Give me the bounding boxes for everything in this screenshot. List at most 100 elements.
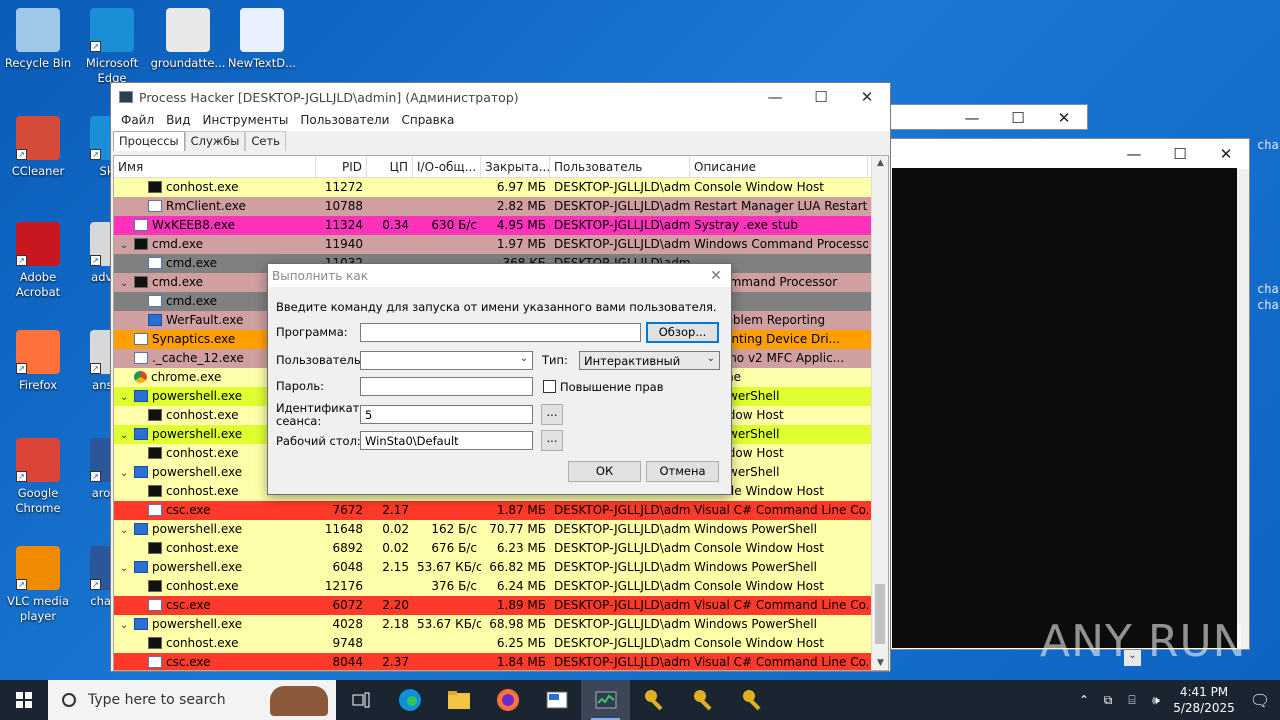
- table-row[interactable]: WxKEEB8.exe 11324 0.34 630 Б/с 4.95 МБ DESKTO…: [114, 216, 888, 235]
- desktop-icon[interactable]: ↗ Adobe Acrobat: [0, 222, 76, 300]
- chevron-down-icon[interactable]: ⌄: [120, 426, 134, 444]
- windows-logo-icon: [16, 692, 32, 708]
- chevron-down-icon[interactable]: ⌄: [120, 521, 134, 539]
- process-hacker-taskbar-icon[interactable]: [581, 680, 630, 720]
- maximize-icon[interactable]: ☐: [798, 88, 844, 106]
- scroll-thumb[interactable]: [875, 584, 885, 644]
- desktop-field[interactable]: WinSta0\Default: [360, 431, 533, 450]
- ok-button[interactable]: ОК: [568, 461, 641, 482]
- table-row[interactable]: ⌄ powershell.exe 11648 0.02 162 Б/с 70.77 МБ D…: [114, 520, 888, 539]
- console-scrollbar[interactable]: [1235, 169, 1249, 649]
- desktop-icon[interactable]: ↗ CCleaner: [0, 116, 76, 179]
- desktop-icon[interactable]: NewTextD...: [224, 8, 300, 71]
- tab-bar: Процессы Службы Сеть: [111, 131, 890, 151]
- key-icon[interactable]: [630, 680, 679, 720]
- key-icon[interactable]: [728, 680, 777, 720]
- column-user[interactable]: Пользователь: [550, 156, 690, 177]
- vertical-scrollbar[interactable]: ▲ ▼: [871, 156, 888, 670]
- program-field[interactable]: [360, 323, 641, 342]
- column-private-bytes[interactable]: Закрыта...: [481, 156, 550, 177]
- column-name[interactable]: Имя: [114, 156, 316, 177]
- process-name-cell: ⌄ powershell.exe: [114, 520, 316, 539]
- edge-icon[interactable]: [385, 680, 434, 720]
- chevron-down-icon[interactable]: ⌄: [120, 274, 134, 292]
- chevron-down-icon[interactable]: ⌄: [120, 559, 134, 577]
- desktop-icon[interactable]: Recycle Bin: [0, 8, 76, 71]
- desktop-icon[interactable]: ↗ VLC media player: [0, 546, 76, 624]
- volume-icon[interactable]: 🕪: [1144, 693, 1168, 708]
- menu-users[interactable]: Пользователи: [294, 111, 395, 131]
- close-icon[interactable]: ✕: [1041, 109, 1087, 127]
- chevron-down-icon[interactable]: ⌄: [120, 388, 134, 406]
- table-row[interactable]: RmClient.exe 10788 2.82 МБ DESKTOP-JGLLJLD\…: [114, 197, 888, 216]
- task-view-icon[interactable]: [336, 680, 385, 720]
- firefox-icon[interactable]: [483, 680, 532, 720]
- menu-view[interactable]: Вид: [160, 111, 196, 131]
- column-pid[interactable]: PID: [316, 156, 367, 177]
- column-io[interactable]: I/O-общ...: [413, 156, 481, 177]
- taskbar-search[interactable]: Type here to search: [48, 680, 336, 720]
- desktop-icon[interactable]: ↗ Firefox: [0, 330, 76, 393]
- cell-cpu: [367, 634, 413, 653]
- minimize-icon[interactable]: —: [752, 88, 798, 106]
- tab-processes[interactable]: Процессы: [113, 131, 185, 151]
- chevron-down-icon[interactable]: ⌄: [120, 616, 134, 634]
- device-icon[interactable]: ⧉: [1096, 693, 1120, 708]
- desktop-icon[interactable]: groundatte...: [150, 8, 226, 71]
- browse-button[interactable]: Обзор...: [646, 322, 719, 343]
- close-icon[interactable]: ✕: [844, 88, 890, 106]
- file-explorer-icon[interactable]: [434, 680, 483, 720]
- maximize-icon[interactable]: ☐: [1157, 145, 1203, 163]
- table-row[interactable]: conhost.exe 11272 6.97 МБ DESKTOP-JGLLJLD\a…: [114, 178, 888, 197]
- close-icon[interactable]: ✕: [701, 268, 731, 284]
- menu-file[interactable]: Файл: [115, 111, 160, 131]
- clock[interactable]: 4:41 PM 5/28/2025: [1168, 684, 1240, 716]
- scroll-down-icon[interactable]: ▼: [872, 658, 888, 668]
- desktop-browse-button[interactable]: ...: [541, 430, 563, 451]
- session-browse-button[interactable]: ...: [541, 404, 563, 425]
- table-row[interactable]: conhost.exe 9748 6.25 МБ DESKTOP-JGLLJLD\ad…: [114, 634, 888, 653]
- cell-cpu: 0.02: [382, 522, 409, 536]
- chevron-down-icon[interactable]: ⌄: [1124, 650, 1141, 666]
- table-row[interactable]: ⌄ powershell.exe 4028 2.18 53.67 КБ/с 68.98 М…: [114, 615, 888, 634]
- table-row[interactable]: csc.exe 6072 2.20 1.89 МБ DESKTOP-JGLLJLD\ad…: [114, 596, 888, 615]
- session-field[interactable]: 5: [360, 405, 533, 424]
- network-icon[interactable]: ⌸: [1120, 693, 1144, 708]
- password-field[interactable]: [360, 377, 533, 396]
- process-name-cell: csc.exe: [114, 653, 316, 670]
- desktop-icon[interactable]: ↗ Microsoft Edge: [74, 8, 150, 86]
- process-icon: [148, 314, 162, 326]
- table-row[interactable]: csc.exe 7672 2.17 1.87 МБ DESKTOP-JGLLJLD\ad…: [114, 501, 888, 520]
- title-bar[interactable]: Process Hacker [DESKTOP-JGLLJLD\admin] (…: [111, 83, 890, 111]
- elevate-checkbox[interactable]: [543, 380, 556, 393]
- cancel-button[interactable]: Отмена: [646, 461, 719, 482]
- start-button[interactable]: [0, 680, 48, 720]
- key-icon[interactable]: [679, 680, 728, 720]
- type-select[interactable]: Интерактивный ⌄: [579, 351, 720, 370]
- cell-io: [413, 197, 481, 216]
- chevron-up-icon[interactable]: ⌃: [1072, 693, 1096, 707]
- table-row[interactable]: conhost.exe 6892 0.02 676 Б/с 6.23 МБ DESKTOP…: [114, 539, 888, 558]
- dialog-title-bar[interactable]: Выполнить как ✕: [268, 264, 731, 287]
- chevron-down-icon[interactable]: ⌄: [120, 236, 134, 254]
- table-row[interactable]: conhost.exe 12176 376 Б/с 6.24 МБ DESKTOP-JG…: [114, 577, 888, 596]
- desktop-icon[interactable]: ↗ Google Chrome: [0, 438, 76, 516]
- minimize-icon[interactable]: —: [1111, 145, 1157, 163]
- table-row[interactable]: csc.exe 8044 2.37 1.84 МБ DESKTOP-JGLLJLD\ad…: [114, 653, 888, 670]
- table-row[interactable]: ⌄ powershell.exe 6048 2.15 53.67 КБ/с 66.82 М…: [114, 558, 888, 577]
- menu-help[interactable]: Справка: [395, 111, 460, 131]
- column-cpu[interactable]: ЦП: [367, 156, 413, 177]
- table-row[interactable]: ⌄ cmd.exe 11940 1.97 МБ DESKTOP-JGLLJLD\admi…: [114, 235, 888, 254]
- tab-network[interactable]: Сеть: [245, 131, 286, 151]
- chevron-down-icon[interactable]: ⌄: [120, 464, 134, 482]
- user-combobox[interactable]: ⌄: [360, 351, 533, 370]
- scroll-up-icon[interactable]: ▲: [872, 158, 888, 168]
- column-description[interactable]: Описание: [690, 156, 868, 177]
- tab-services[interactable]: Службы: [184, 131, 246, 151]
- maximize-icon[interactable]: ☐: [995, 109, 1041, 127]
- menu-tools[interactable]: Инструменты: [196, 111, 294, 131]
- generic-app-icon[interactable]: [532, 680, 581, 720]
- notification-icon[interactable]: 🗨: [1240, 691, 1280, 710]
- minimize-icon[interactable]: —: [949, 109, 995, 127]
- close-icon[interactable]: ✕: [1203, 145, 1249, 163]
